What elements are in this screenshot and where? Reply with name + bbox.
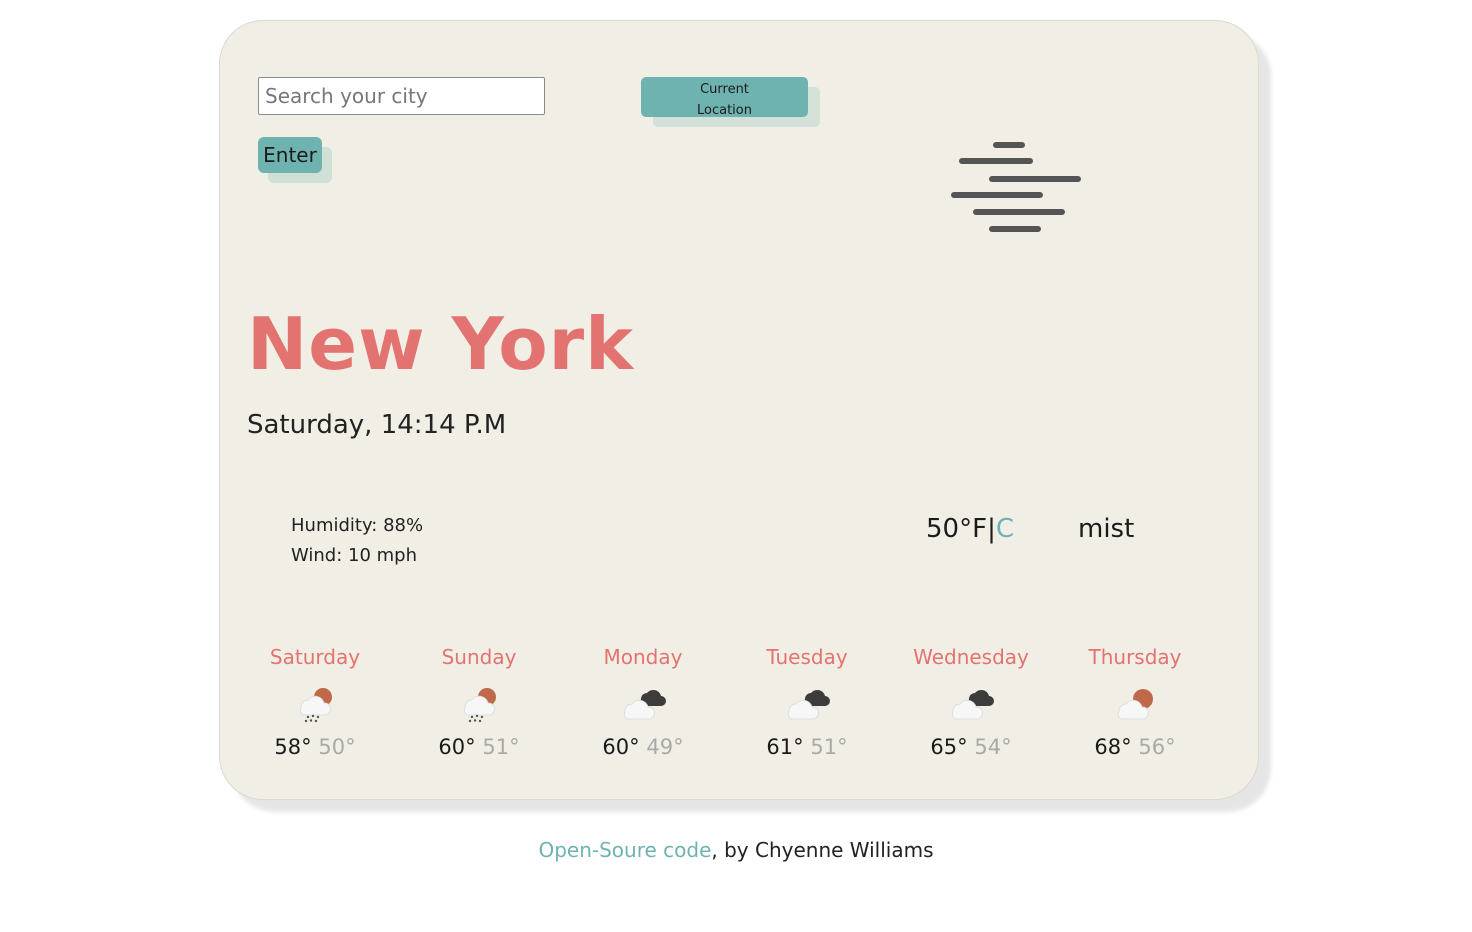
forecast-min: 49° (646, 735, 684, 759)
forecast-min: 56° (1138, 735, 1176, 759)
humidity-text: Humidity: 88% (291, 515, 424, 536)
unit-separator: | (987, 514, 996, 544)
open-source-link[interactable]: Open-Soure code (538, 838, 711, 862)
footer: Open-Soure code, by Chyenne Williams (0, 835, 1472, 865)
forecast-row: Saturday 58° 50° Sunday 60° 51° Monday 6… (240, 643, 1228, 773)
current-datetime: Saturday, 14:14 P.M (247, 410, 507, 440)
forecast-temps: 61° 51° (732, 733, 882, 761)
forecast-day-name: Tuesday (766, 645, 848, 669)
forecast-temps: 58° 50° (240, 733, 390, 761)
forecast-day-name: Monday (603, 645, 683, 669)
city-search-input[interactable] (258, 77, 545, 115)
temperature-value: 50 (926, 514, 960, 544)
rain-cloud-sun-icon (463, 688, 496, 723)
weather-description: mist (1078, 514, 1135, 544)
weather-card: Enter Current Location New York Saturday… (219, 20, 1259, 800)
forecast-day-name: Sunday (441, 645, 517, 669)
current-location-button[interactable]: Current Location (641, 77, 808, 118)
wind-text: Wind: 10 mph (291, 545, 418, 566)
forecast-max: 60° (438, 735, 476, 759)
broken-clouds-icon (787, 689, 830, 720)
forecast-max: 65° (930, 735, 968, 759)
broken-clouds-icon (623, 689, 666, 720)
forecast-temps: 60° 49° (568, 733, 718, 761)
cloud-sun-icon (1117, 689, 1153, 720)
forecast-min: 54° (974, 735, 1012, 759)
enter-button[interactable]: Enter (258, 137, 322, 173)
forecast-day-name: Wednesday (913, 645, 1029, 669)
forecast-min: 51° (482, 735, 520, 759)
forecast-max: 58° (274, 735, 312, 759)
current-temperature: 50°F|C (926, 511, 1014, 547)
forecast-temps: 65° 54° (896, 733, 1046, 761)
broken-clouds-icon (951, 689, 994, 720)
mist-icon (951, 142, 1081, 232)
forecast-day: Monday 60° 49° (568, 643, 718, 761)
forecast-max: 68° (1094, 735, 1132, 759)
forecast-day: Wednesday 65° 54° (896, 643, 1046, 761)
footer-credit: , by Chyenne Williams (711, 838, 934, 862)
weather-details: Humidity: 88% Wind: 10 mph (291, 511, 423, 571)
forecast-day-name: Thursday (1088, 645, 1182, 669)
celsius-unit-link[interactable]: C (996, 514, 1014, 544)
forecast-day: Saturday 58° 50° (240, 643, 390, 761)
city-name: New York (247, 302, 635, 386)
rain-cloud-sun-icon (299, 688, 332, 723)
forecast-day-name: Saturday (269, 645, 361, 669)
forecast-temps: 60° 51° (404, 733, 554, 761)
forecast-min: 51° (810, 735, 848, 759)
fahrenheit-unit[interactable]: °F (959, 514, 987, 544)
forecast-day: Tuesday 61° 51° (732, 643, 882, 761)
forecast-day: Thursday 68° 56° (1060, 643, 1210, 761)
forecast-max: 61° (766, 735, 804, 759)
forecast-day: Sunday 60° 51° (404, 643, 554, 761)
forecast-max: 60° (602, 735, 640, 759)
forecast-min: 50° (318, 735, 356, 759)
forecast-temps: 68° 56° (1060, 733, 1210, 761)
